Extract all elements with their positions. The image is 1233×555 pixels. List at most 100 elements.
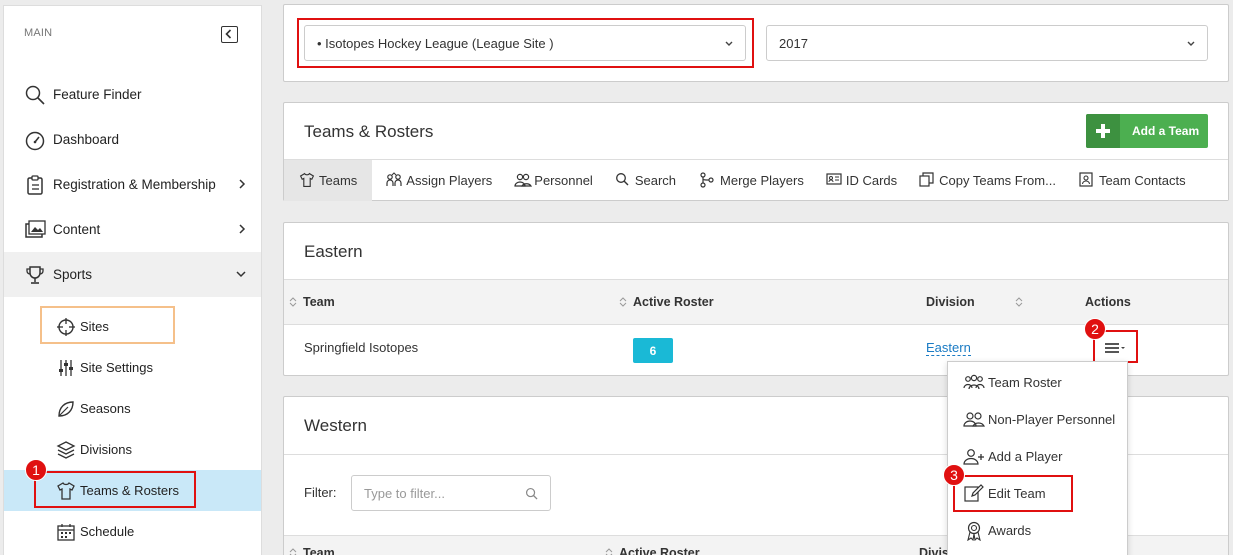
image-gallery-icon [24, 219, 46, 241]
tab-team-contacts[interactable]: Team Contacts [1071, 160, 1194, 201]
id-card-icon [826, 172, 842, 188]
search-icon [615, 172, 631, 188]
people-icon [514, 172, 533, 188]
tab-id-cards[interactable]: ID Cards [818, 160, 905, 201]
trophy-icon [24, 264, 46, 286]
sidebar-item-content[interactable]: Content [4, 207, 261, 252]
sidebar-subitem-label: Seasons [80, 401, 131, 416]
award-icon [963, 521, 985, 541]
add-team-button[interactable]: Add a Team [1086, 114, 1208, 148]
layers-icon [56, 440, 76, 460]
add-user-icon [963, 447, 985, 467]
tab-label: Personnel [534, 172, 593, 188]
sort-icon [619, 296, 627, 308]
sort-icon [1015, 296, 1023, 308]
tab-label: Teams [319, 172, 358, 188]
menu-item-non-player-personnel[interactable]: Non-Player Personnel [948, 401, 1129, 438]
sidebar-item-label: Content [53, 222, 101, 237]
column-header-team[interactable]: Team [289, 295, 335, 309]
tab-label: Search [634, 172, 677, 188]
sliders-icon [56, 358, 76, 378]
tab-assign-players[interactable]: Assign Players [378, 160, 500, 201]
menu-item-label: Awards [988, 523, 1032, 538]
sidebar-item-label: Registration & Membership [53, 177, 216, 192]
tab-copy-teams[interactable]: Copy Teams From... [911, 160, 1064, 201]
collapse-sidebar-icon[interactable] [221, 26, 238, 43]
tab-label: Team Contacts [1098, 172, 1186, 188]
header-label: Active Roster [619, 546, 700, 555]
plus-icon [1086, 114, 1120, 148]
column-header-team[interactable]: Team [289, 546, 335, 555]
column-header-division[interactable]: Division [926, 295, 1029, 309]
sidebar-section-label: MAIN [24, 27, 53, 39]
sidebar-subitem-seasons[interactable]: Seasons [4, 388, 261, 429]
menu-item-awards[interactable]: Awards [948, 512, 1129, 549]
sidebar-subitem-schedule[interactable]: Schedule [4, 511, 261, 552]
add-team-label: Add a Team [1132, 124, 1200, 138]
tab-label: ID Cards [845, 172, 898, 188]
sidebar-item-label: Dashboard [53, 132, 120, 147]
teams-rosters-highlight-box [34, 471, 196, 508]
sidebar-item-feature-finder[interactable]: Feature Finder [4, 72, 261, 117]
clipboard-icon [24, 174, 46, 196]
tab-bar: Teams Assign Players Personnel Search Me… [284, 159, 1228, 201]
sidebar-subitem-site-settings[interactable]: Site Settings [4, 347, 261, 388]
filter-placeholder: Type to filter... [364, 485, 445, 501]
column-header-active-roster[interactable]: Active Roster [605, 546, 700, 555]
header-label: Division [926, 295, 975, 309]
sort-icon [605, 547, 613, 555]
tab-teams[interactable]: Teams [284, 159, 373, 201]
calendar-icon [56, 522, 76, 542]
menu-item-add-player[interactable]: Add a Player [948, 438, 1129, 475]
tab-search[interactable]: Search [607, 160, 684, 201]
chevron-right-icon [237, 222, 247, 236]
sort-icon [289, 547, 297, 555]
sidebar-item-dashboard[interactable]: Dashboard [4, 117, 261, 162]
column-header-division[interactable]: Divis [919, 546, 949, 555]
menu-item-label: Non-Player Personnel [988, 412, 1116, 427]
step-marker-3: 3 [943, 464, 965, 486]
search-icon [525, 487, 538, 500]
active-roster-badge[interactable]: 6 [633, 338, 673, 363]
sidebar-item-registration[interactable]: Registration & Membership [4, 162, 261, 207]
group-icon [963, 373, 985, 393]
sidebar-item-label: Sports [53, 267, 93, 282]
menu-item-team-roster[interactable]: Team Roster [948, 364, 1129, 401]
header-label: Divis [919, 546, 949, 555]
sidebar-subitem-label: Site Settings [80, 360, 153, 375]
chevron-right-icon [237, 177, 247, 191]
chevron-down-icon [1186, 40, 1196, 48]
filter-input[interactable]: Type to filter... [351, 475, 551, 511]
column-header-actions: Actions [1085, 295, 1131, 309]
chevron-down-icon [235, 267, 247, 281]
step-marker-2: 2 [1084, 318, 1106, 340]
column-header-active-roster[interactable]: Active Roster [619, 295, 714, 309]
leaf-icon [56, 399, 76, 419]
actions-dropdown-menu: Team Roster Non-Player Personnel Add a P… [947, 361, 1128, 555]
tab-personnel[interactable]: Personnel [506, 160, 601, 201]
step-marker-1: 1 [25, 459, 47, 481]
menu-item-label: Add a Player [988, 449, 1063, 464]
copy-icon [919, 172, 935, 188]
menu-item-label: Team Roster [988, 375, 1062, 390]
sidebar-subitem-label: Divisions [80, 442, 133, 457]
tab-label: Copy Teams From... [939, 172, 1056, 188]
division-link[interactable]: Eastern [926, 340, 971, 356]
year-select-value: 2017 [779, 35, 808, 51]
sort-icon [289, 296, 297, 308]
sidebar-item-sports[interactable]: Sports [4, 252, 261, 297]
filter-label: Filter: [304, 485, 337, 500]
contact-card-icon [1079, 172, 1095, 188]
sidebar-item-label: Feature Finder [53, 87, 142, 102]
shirt-icon [299, 172, 315, 188]
sites-highlight-box [40, 306, 175, 344]
gauge-icon [24, 129, 46, 151]
header-label: Team [303, 295, 335, 309]
tab-merge-players[interactable]: Merge Players [692, 160, 812, 201]
people-icon [963, 410, 985, 430]
search-icon [24, 84, 46, 106]
edit-team-highlight-box [953, 475, 1073, 512]
year-select[interactable]: 2017 [766, 25, 1208, 61]
tab-label: Assign Players [406, 172, 493, 188]
merge-icon [700, 172, 716, 188]
